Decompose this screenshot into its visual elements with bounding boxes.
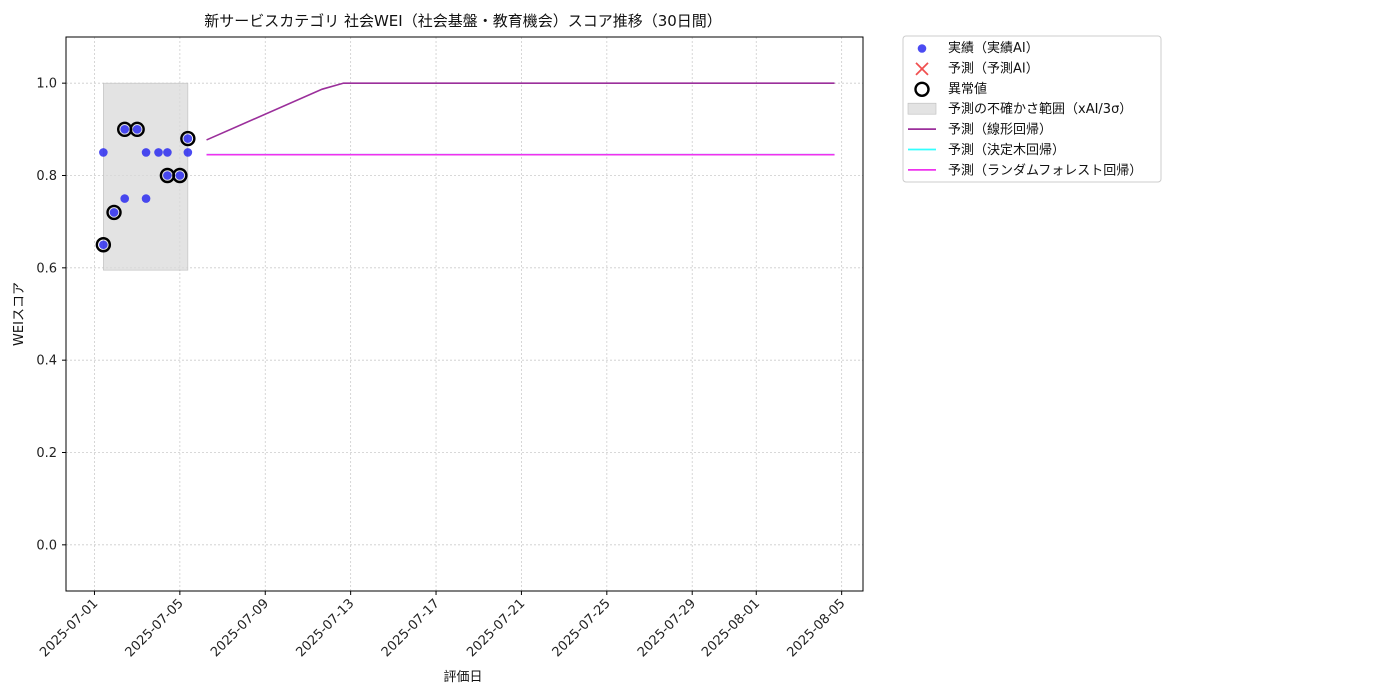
x-tick-label: 2025-08-01 (699, 596, 763, 660)
data-point (99, 148, 108, 157)
plot-area: 0.0 0.2 0.4 0.6 0.8 1.0 2025-07-01 2025-07-05 20… (36, 36, 864, 660)
data-point (154, 148, 163, 157)
legend-label: 予測（線形回帰） (948, 122, 1052, 138)
x-tick-label: 2025-07-05 (123, 596, 187, 660)
y-tick-label: 0.2 (36, 446, 57, 461)
x-tick-label: 2025-07-17 (379, 596, 443, 660)
x-tick-label: 2025-07-29 (635, 596, 699, 660)
data-point (141, 148, 151, 157)
data-point (120, 194, 130, 203)
y-tick-label: 1.0 (36, 77, 57, 92)
data-point (99, 240, 108, 250)
data-point (132, 125, 142, 134)
data-point (163, 171, 172, 180)
x-tick-label: 2025-07-01 (37, 596, 101, 660)
x-tick-label: 2025-07-13 (293, 596, 357, 660)
legend-label: 予測（決定木回帰） (948, 142, 1065, 158)
uncertainty-band (103, 82, 189, 271)
y-tick-label: 0.0 (36, 538, 57, 553)
x-tick-label: 2025-07-21 (464, 596, 528, 660)
data-point (163, 148, 172, 157)
chart-svg: 新サービスカテゴリ 社会WEI（社会基盤・教育機会）スコア推移（30日間） 0.… (12, 12, 1162, 685)
y-axis-title: WEIスコア (12, 282, 27, 346)
x-tick-label: 2025-08-05 (784, 596, 848, 660)
data-point (109, 208, 119, 217)
legend-label: 予測（ランダムフォレスト回帰） (948, 162, 1142, 178)
legend-label: 異常値 (948, 81, 987, 97)
x-axis-title: 評価日 (443, 670, 482, 685)
legend-label: 実績（実績AI） (948, 40, 1039, 56)
y-tick-label: 0.8 (36, 169, 57, 184)
legend: 実績（実績AI） 予測（予測AI） 異常値予測の不確かさ範囲（xAI/3σ） 予測（線… (902, 35, 1162, 183)
x-tick-label: 2025-07-09 (208, 596, 272, 660)
y-tick-label: 0.6 (36, 261, 57, 276)
data-point (183, 148, 193, 157)
y-tick-label: 0.4 (36, 354, 57, 369)
legend-swatch-point (917, 44, 927, 53)
series-line (206, 82, 835, 141)
data-point (120, 125, 130, 134)
data-point (183, 134, 193, 143)
x-tick-label: 2025-07-25 (550, 596, 614, 660)
data-point (175, 171, 185, 180)
legend-label: 予測（予測AI） (948, 61, 1039, 76)
legend-swatch-band (907, 102, 937, 115)
legend-label: 予測の不確かさ範囲（xAI/3σ） (948, 101, 1132, 117)
data-point (141, 194, 151, 203)
chart-title: 新サービスカテゴリ 社会WEI（社会基盤・教育機会）スコア推移（30日間） (204, 12, 722, 30)
